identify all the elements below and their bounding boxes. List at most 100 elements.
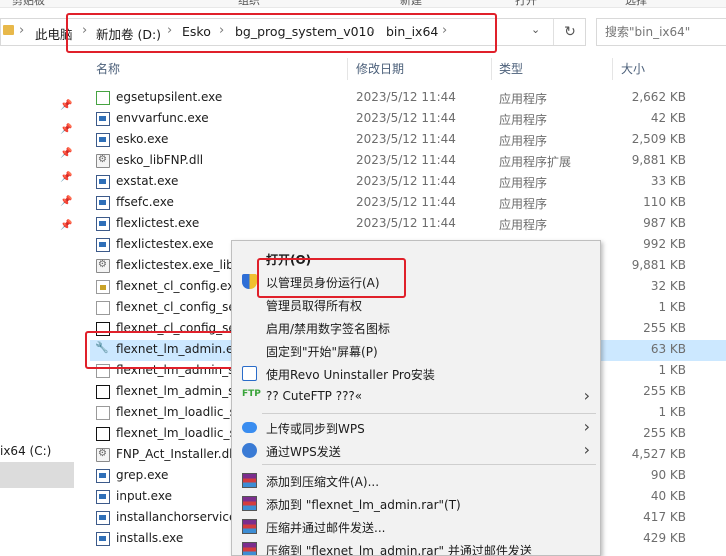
nav-item-drive-c[interactable]: ix64 (C:) xyxy=(0,444,51,458)
exe-file-icon xyxy=(96,175,110,189)
file-size: 417 KB xyxy=(643,510,686,524)
breadcrumb-drive-d[interactable]: 新加卷 (D:) xyxy=(96,24,161,43)
menu-item-compress-rar-email[interactable]: 压缩到 "flexnet_lm_admin.rar" 并通过邮件发送 xyxy=(232,538,600,555)
file-date: 2023/5/12 11:44 xyxy=(356,174,456,188)
exe-file-icon xyxy=(96,511,110,525)
menu-label: ?? CuteFTP ???« xyxy=(266,389,363,403)
column-header-name[interactable]: 名称 xyxy=(96,60,120,78)
file-name: flexlictestex.exe_libF xyxy=(116,258,241,272)
file-row[interactable]: flexlictest.exe 2023/5/12 11:44 应用程序 987 KB xyxy=(90,214,726,235)
chevron-down-icon[interactable]: ⌄ xyxy=(531,23,540,36)
menu-item-wps-sync[interactable]: 上传或同步到WPS › xyxy=(232,416,600,438)
text-file-icon xyxy=(96,364,110,378)
nav-item-selected[interactable] xyxy=(0,462,74,488)
file-row[interactable]: esko.exe 2023/5/12 11:44 应用程序 2,509 KB xyxy=(90,130,726,151)
column-divider[interactable] xyxy=(491,58,492,80)
exe-file-icon xyxy=(96,217,110,231)
column-header-date[interactable]: 修改日期 xyxy=(356,60,404,78)
file-size: 33 KB xyxy=(650,174,686,188)
menu-item-run-as-admin[interactable]: 以管理员身份运行(A) xyxy=(232,270,600,292)
chevron-right-icon[interactable]: › xyxy=(82,23,87,38)
menu-label: 启用/禁用数字签名图标 xyxy=(266,322,391,336)
file-row[interactable]: envvarfunc.exe 2023/5/12 11:44 应用程序 42 KB xyxy=(90,109,726,130)
exe-file-icon xyxy=(96,196,110,210)
file-row[interactable]: ffsefc.exe 2023/5/12 11:44 应用程序 110 KB xyxy=(90,193,726,214)
menu-item-add-archive[interactable]: 添加到压缩文件(A)... xyxy=(232,469,600,491)
breadcrumb-bin-ix64[interactable]: bin_ix64 xyxy=(386,24,438,39)
file-name: exstat.exe xyxy=(116,174,179,188)
breadcrumb-this-pc[interactable]: 此电脑 xyxy=(35,24,73,43)
address-row: › 此电脑 › 新加卷 (D:) › Esko › bg_prog_system… xyxy=(0,8,726,56)
file-name: flexnet_lm_loadlic_se xyxy=(116,405,244,419)
menu-label: 上传或同步到WPS xyxy=(266,422,365,436)
exe-file-icon xyxy=(96,427,110,441)
pin-icon: 📌 xyxy=(60,124,73,135)
file-type: 应用程序 xyxy=(499,197,548,211)
context-menu: 打开(O) 以管理员身份运行(A) 管理员取得所有权 启用/禁用数字签名图标 固… xyxy=(231,240,601,556)
file-size: 63 KB xyxy=(650,342,686,356)
winrar-icon xyxy=(242,519,257,534)
file-size: 987 KB xyxy=(643,216,686,230)
file-row[interactable]: esko_libFNP.dll 2023/5/12 11:44 应用程序扩展 9,88… xyxy=(90,151,726,172)
chevron-right-icon[interactable]: › xyxy=(370,23,375,38)
column-divider[interactable] xyxy=(347,58,348,80)
menu-item-add-to-rar[interactable]: 添加到 "flexnet_lm_admin.rar"(T) xyxy=(232,492,600,514)
folder-icon xyxy=(3,25,14,35)
file-size: 255 KB xyxy=(643,321,686,335)
refresh-icon[interactable]: ↻ xyxy=(553,19,586,45)
ribbon-group-new: 新建 xyxy=(400,0,422,7)
winrar-icon xyxy=(242,496,257,511)
submenu-arrow-icon: › xyxy=(583,417,590,436)
chevron-right-icon[interactable]: › xyxy=(442,23,447,38)
search-box[interactable] xyxy=(596,18,726,46)
file-size: 9,881 KB xyxy=(631,258,686,272)
file-type: 应用程序 xyxy=(499,218,548,232)
exe-file-icon xyxy=(96,469,110,483)
file-date: 2023/5/12 11:44 xyxy=(356,153,456,167)
menu-label: 添加到压缩文件(A)... xyxy=(266,475,380,489)
chevron-right-icon[interactable]: › xyxy=(167,23,172,38)
file-size: 42 KB xyxy=(650,111,686,125)
menu-item-compress-email[interactable]: 压缩并通过邮件发送... xyxy=(232,515,600,537)
breadcrumb-esko[interactable]: Esko xyxy=(182,24,211,39)
exe-file-icon xyxy=(96,133,110,147)
file-size: 255 KB xyxy=(643,426,686,440)
file-date: 2023/5/12 11:44 xyxy=(356,111,456,125)
file-name: flexnet_lm_loadlic_se xyxy=(116,426,244,440)
file-row[interactable]: exstat.exe 2023/5/12 11:44 应用程序 33 KB xyxy=(90,172,726,193)
menu-item-cuteftp[interactable]: FTP ?? CuteFTP ???« › xyxy=(232,385,600,407)
file-size: 2,509 KB xyxy=(631,132,686,146)
menu-item-pin-to-start[interactable]: 固定到"开始"屏幕(P) xyxy=(232,339,600,361)
search-input[interactable] xyxy=(597,19,726,45)
chevron-right-icon[interactable]: › xyxy=(219,23,224,38)
menu-item-revo-install[interactable]: 使用Revo Uninstaller Pro安装 xyxy=(232,362,600,384)
menu-item-take-ownership[interactable]: 管理员取得所有权 xyxy=(232,293,600,315)
file-name: egsetupsilent.exe xyxy=(116,90,223,104)
ribbon-group-clipboard: 剪贴板 xyxy=(12,0,45,7)
file-name: flexnet_lm_admin_se xyxy=(116,384,242,398)
cloud-icon xyxy=(242,422,257,433)
column-divider[interactable] xyxy=(612,58,613,80)
file-name: installanchorservice xyxy=(116,510,237,524)
file-name: FNP_Act_Installer.dll xyxy=(116,447,236,461)
menu-label: 使用Revo Uninstaller Pro安装 xyxy=(266,368,435,382)
column-header-type[interactable]: 类型 xyxy=(499,60,523,78)
file-size: 9,881 KB xyxy=(631,153,686,167)
file-name: flexlictest.exe xyxy=(116,216,200,230)
menu-item-wps-send[interactable]: 通过WPS发送 › xyxy=(232,439,600,461)
breadcrumb-bg-prog-system[interactable]: bg_prog_system_v010 xyxy=(235,24,374,39)
file-name: ffsefc.exe xyxy=(116,195,174,209)
file-name: flexnet_cl_config.exe xyxy=(116,279,242,293)
menu-item-open[interactable]: 打开(O) xyxy=(232,247,600,269)
wrench-icon xyxy=(95,341,110,357)
column-header-size[interactable]: 大小 xyxy=(621,60,645,78)
text-file-icon xyxy=(96,301,110,315)
address-bar[interactable]: › 此电脑 › 新加卷 (D:) › Esko › bg_prog_system… xyxy=(0,18,586,46)
pin-icon: 📌 xyxy=(60,220,73,231)
cuteftp-icon: FTP xyxy=(242,389,261,399)
exe-file-icon xyxy=(96,91,110,105)
menu-item-signature-icon[interactable]: 启用/禁用数字签名图标 xyxy=(232,316,600,338)
file-type: 应用程序 xyxy=(499,176,548,190)
file-name: input.exe xyxy=(116,489,172,503)
file-row[interactable]: egsetupsilent.exe 2023/5/12 11:44 应用程序 2,66… xyxy=(90,88,726,109)
